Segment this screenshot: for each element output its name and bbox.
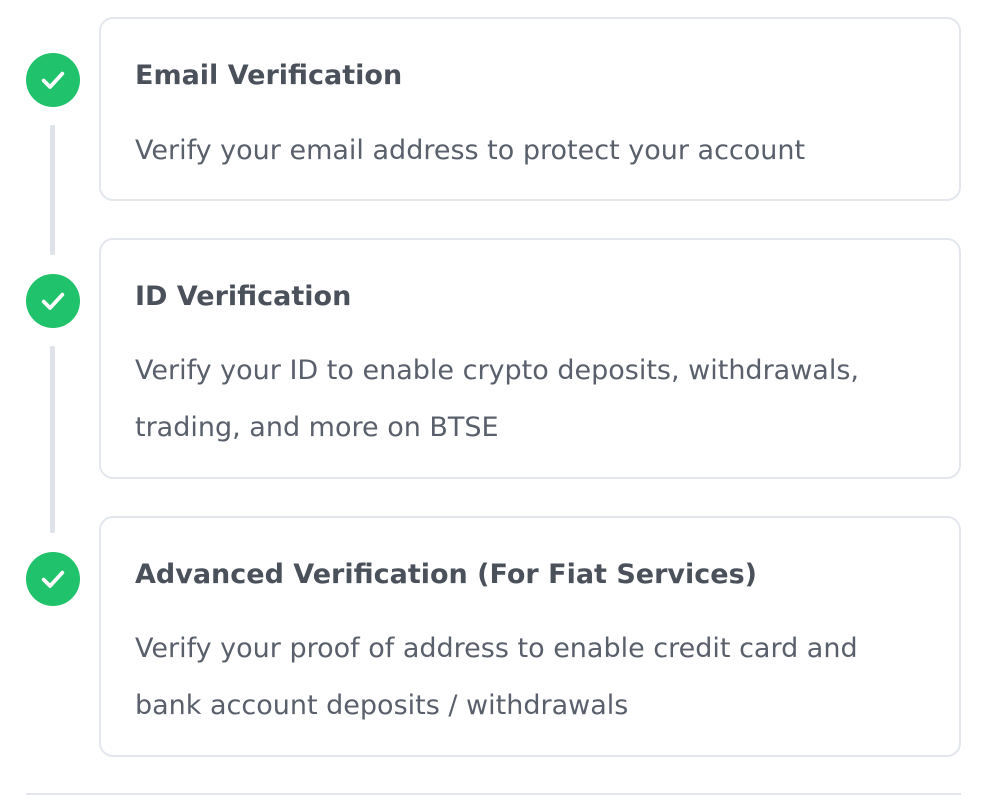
timeline-connector (50, 346, 55, 533)
step-card-id-verification[interactable]: ID Verification Verify your ID to enable… (99, 238, 961, 479)
step-card-advanced-verification[interactable]: Advanced Verification (For Fiat Services… (99, 516, 961, 757)
step-description: Verify your proof of address to enable c… (135, 633, 858, 721)
step-card-email-verification[interactable]: Email Verification Verify your email add… (99, 17, 961, 201)
step-completed-check (26, 552, 80, 606)
step-completed-check (26, 53, 80, 107)
step-title: ID Verification (135, 281, 352, 312)
step-description: Verify your ID to enable crypto deposits… (135, 355, 859, 443)
timeline-connector (50, 125, 55, 255)
check-icon (41, 292, 65, 310)
step-completed-check (26, 274, 80, 328)
check-icon (41, 71, 65, 89)
step-title: Email Verification (135, 60, 403, 91)
check-icon (41, 570, 65, 588)
step-description: Verify your email address to protect you… (135, 135, 806, 166)
step-title: Advanced Verification (For Fiat Services… (135, 559, 758, 590)
section-divider (26, 793, 961, 795)
